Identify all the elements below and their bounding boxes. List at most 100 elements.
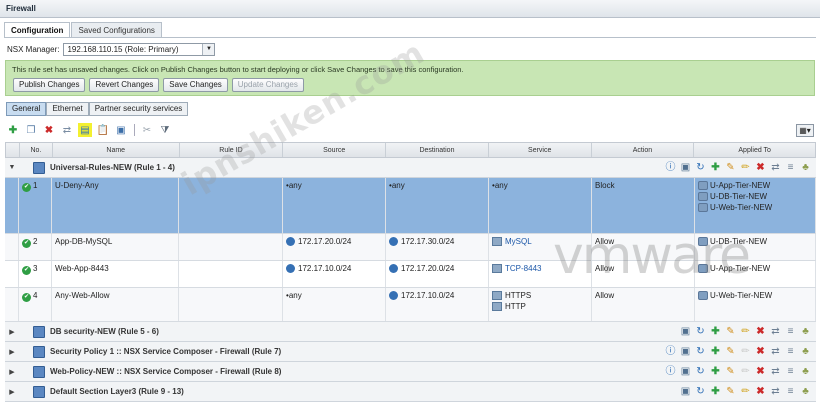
info-icon[interactable]: ⓘ <box>664 365 677 378</box>
section-row[interactable]: ▶ Default Section Layer3 (Rule 9 - 13) ▣… <box>5 382 816 402</box>
source-cell[interactable]: • any <box>283 178 386 233</box>
refresh-icon[interactable]: ↻ <box>694 325 707 338</box>
delete-rule-icon[interactable]: ✖ <box>42 123 56 137</box>
destination-cell[interactable]: 172.17.20.0/24 <box>386 261 489 287</box>
new-rule-icon[interactable]: ✎ <box>724 325 737 338</box>
source-cell[interactable]: • any <box>283 288 386 321</box>
service-value[interactable]: TCP-8443 <box>505 264 541 273</box>
col-rule-id[interactable]: Rule ID <box>180 143 284 157</box>
filter-icon[interactable]: ⧩ <box>158 123 172 137</box>
add-icon[interactable]: ✚ <box>709 345 722 358</box>
new-rule-icon[interactable]: ✎ <box>724 365 737 378</box>
chevron-down-icon[interactable]: ▼ <box>202 43 215 55</box>
copy-rule-icon[interactable]: ❐ <box>24 123 38 137</box>
refresh-icon[interactable]: ↻ <box>694 345 707 358</box>
service-cell[interactable]: TCP-8443 <box>489 261 592 287</box>
col-source[interactable]: Source <box>283 143 387 157</box>
add-icon[interactable]: ✚ <box>709 385 722 398</box>
col-action[interactable]: Action <box>592 143 695 157</box>
row-selector[interactable] <box>5 234 19 260</box>
rule-name[interactable]: App-DB-MySQL <box>52 234 179 260</box>
section-row[interactable]: ▶ Web-Policy-NEW :: NSX Service Composer… <box>5 362 816 382</box>
action-cell[interactable]: Allow <box>592 261 695 287</box>
col-destination[interactable]: Destination <box>386 143 489 157</box>
applied-to-cell[interactable]: U-Web-Tier-NEW <box>695 288 816 321</box>
clear-filter-icon[interactable]: ✂ <box>140 123 154 137</box>
tab-ethernet[interactable]: Ethernet <box>46 102 89 116</box>
move-icon[interactable]: ⇄ <box>769 365 782 378</box>
row-selector[interactable] <box>5 288 19 321</box>
save-changes-button[interactable]: Save Changes <box>163 78 228 92</box>
delete-icon[interactable]: ✖ <box>754 345 767 358</box>
save-icon[interactable]: ▣ <box>679 385 692 398</box>
move-rule-icon[interactable]: ≡ <box>784 345 797 358</box>
section-row[interactable]: ▶ DB security-NEW (Rule 5 - 6) ▣ ↻ ✚ ✎ ✏… <box>5 322 816 342</box>
move-rule-icon[interactable]: ⇄ <box>60 123 74 137</box>
action-cell[interactable]: Block <box>592 178 695 233</box>
publish-changes-button[interactable]: Publish Changes <box>13 78 86 92</box>
move-icon[interactable]: ⇄ <box>769 161 782 174</box>
table-row[interactable]: ✔ 3 Web-App-8443 172.17.10.0/24 172.17.20… <box>5 261 816 288</box>
add-section-icon[interactable]: ▤ <box>78 123 92 137</box>
save-icon[interactable]: ▣ <box>679 161 692 174</box>
destination-cell[interactable]: 172.17.10.0/24 <box>386 288 489 321</box>
tag-icon[interactable]: ♣ <box>799 161 812 174</box>
edit-icon[interactable]: ✏ <box>739 385 752 398</box>
delete-icon[interactable]: ✖ <box>754 365 767 378</box>
row-selector[interactable] <box>5 178 19 233</box>
nsx-manager-select[interactable]: 192.168.110.15 (Role: Primary) ▼ <box>63 42 216 56</box>
col-applied-to[interactable]: Applied To <box>694 143 815 157</box>
source-cell[interactable]: 172.17.10.0/24 <box>283 261 386 287</box>
move-icon[interactable]: ⇄ <box>769 385 782 398</box>
applied-to-cell[interactable]: U-App-Tier-NEW <box>695 261 816 287</box>
rule-name[interactable]: Web-App-8443 <box>52 261 179 287</box>
add-rule-icon[interactable]: ✚ <box>6 123 20 137</box>
tab-general[interactable]: General <box>6 102 47 116</box>
export-icon[interactable]: ▣ <box>114 123 128 137</box>
move-rule-icon[interactable]: ≡ <box>784 325 797 338</box>
expand-icon[interactable]: ▶ <box>5 388 19 396</box>
delete-icon[interactable]: ✖ <box>754 385 767 398</box>
col-no[interactable]: No. <box>20 143 53 157</box>
info-icon[interactable]: ⓘ <box>664 345 677 358</box>
refresh-icon[interactable]: ↻ <box>694 161 707 174</box>
destination-cell[interactable]: 172.17.30.0/24 <box>386 234 489 260</box>
move-rule-icon[interactable]: ≡ <box>784 365 797 378</box>
table-row[interactable]: ✔ 4 Any-Web-Allow • any 172.17.10.0/24 HT… <box>5 288 816 322</box>
add-icon[interactable]: ✚ <box>709 161 722 174</box>
revert-changes-button[interactable]: Revert Changes <box>89 78 160 92</box>
enabled-icon[interactable]: ✔ <box>22 239 31 248</box>
rule-name[interactable]: Any-Web-Allow <box>52 288 179 321</box>
new-rule-icon[interactable]: ✎ <box>724 345 737 358</box>
action-cell[interactable]: Allow <box>592 234 695 260</box>
service-cell[interactable]: MySQL <box>489 234 592 260</box>
enabled-icon[interactable]: ✔ <box>22 293 31 302</box>
move-icon[interactable]: ⇄ <box>769 325 782 338</box>
section-row[interactable]: ▶ Security Policy 1 :: NSX Service Compo… <box>5 342 816 362</box>
new-rule-icon[interactable]: ✎ <box>724 385 737 398</box>
applied-to-cell[interactable]: U-DB-Tier-NEW <box>695 234 816 260</box>
row-selector[interactable] <box>5 261 19 287</box>
service-cell[interactable]: • any <box>489 178 592 233</box>
action-cell[interactable]: Allow <box>592 288 695 321</box>
expand-icon[interactable]: ▶ <box>5 328 19 336</box>
delete-icon[interactable]: ✖ <box>754 325 767 338</box>
delete-icon[interactable]: ✖ <box>754 161 767 174</box>
move-rule-icon[interactable]: ≡ <box>784 161 797 174</box>
tab-configuration[interactable]: Configuration <box>4 22 71 38</box>
tag-icon[interactable]: ♣ <box>799 385 812 398</box>
service-cell[interactable]: HTTPS HTTP <box>489 288 592 321</box>
tag-icon[interactable]: ♣ <box>799 365 812 378</box>
expand-icon[interactable]: ▶ <box>5 368 19 376</box>
section-row[interactable]: ▼ Universal-Rules-NEW (Rule 1 - 4) ⓘ ▣ ↻… <box>5 158 816 178</box>
add-icon[interactable]: ✚ <box>709 365 722 378</box>
save-icon[interactable]: ▣ <box>679 345 692 358</box>
table-row[interactable]: ✔ 2 App-DB-MySQL 172.17.20.0/24 172.17.30… <box>5 234 816 261</box>
expand-icon[interactable]: ▶ <box>5 348 19 356</box>
collapse-icon[interactable]: ▼ <box>5 164 19 171</box>
edit-icon[interactable]: ✏ <box>739 161 752 174</box>
info-icon[interactable]: ⓘ <box>664 161 677 174</box>
edit-icon[interactable]: ✏ <box>739 325 752 338</box>
destination-cell[interactable]: • any <box>386 178 489 233</box>
rule-name[interactable]: U-Deny-Any <box>52 178 179 233</box>
